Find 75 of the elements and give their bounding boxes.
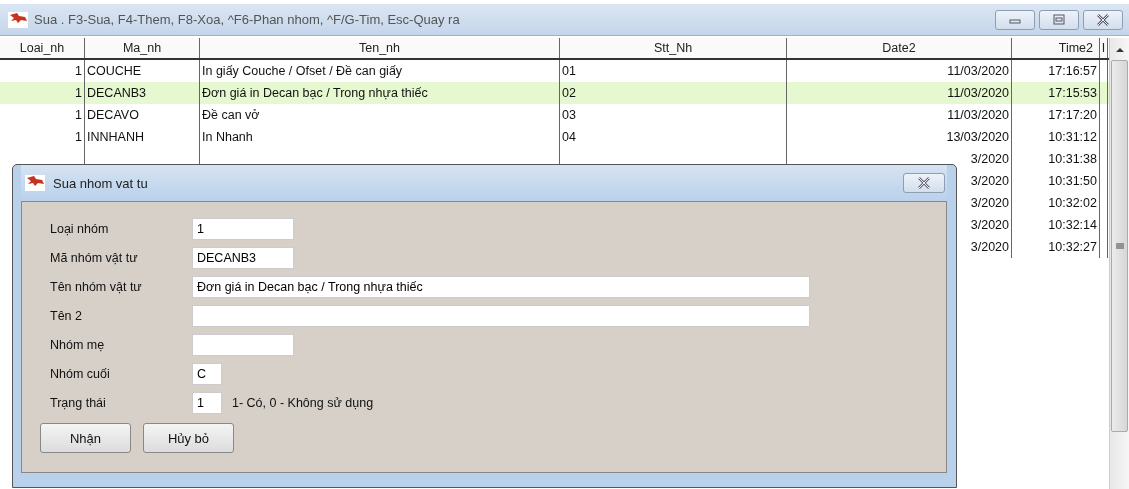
table-cell: 10:31:12 (1048, 130, 1097, 144)
table-cell: 02 (562, 86, 576, 100)
table-row[interactable]: 1 DECAVO Đề can vở 03 11/03/2020 17:17:20 (0, 104, 1109, 126)
maximize-icon (1052, 13, 1066, 26)
table-cell: 17:15:53 (1048, 86, 1097, 100)
table-cell: 17:16:57 (1048, 64, 1097, 78)
close-button[interactable] (1083, 9, 1123, 30)
table-cell: 10:31:50 (1048, 174, 1097, 188)
dialog-title: Sua nhom vat tu (53, 175, 149, 191)
scroll-thumb[interactable] (1111, 60, 1128, 432)
input-field[interactable]: DECANB3 (192, 246, 294, 269)
table-cell: 3/2020 (970, 240, 1009, 254)
table-cell: 11/03/2020 (947, 64, 1009, 78)
column-header[interactable]: Date2 (787, 38, 1012, 58)
table-cell: 10:32:27 (1048, 240, 1097, 254)
table-cell: 03 (562, 108, 576, 122)
field-label: Trạng thái (50, 395, 107, 410)
table-cell: 1 (75, 64, 82, 78)
column-header[interactable]: Loai_nh (0, 38, 85, 58)
table-cell: 11/03/2020 (947, 86, 1009, 100)
table-cell: 1 (75, 86, 82, 100)
window-title: Sua . F3-Sua, F4-Them, F8-Xoa, ^F6-Phan nhom, ^F/G-Tim, Esc-Quay ra (34, 12, 461, 27)
column-header[interactable]: Ma_nh (85, 38, 200, 58)
table-cell: DECAVO (87, 108, 139, 122)
table-cell: 3/2020 (970, 196, 1009, 210)
scroll-up-icon[interactable] (1114, 46, 1125, 54)
app-logo-icon (8, 11, 28, 28)
table-cell: COUCHE (87, 64, 142, 78)
table-row[interactable]: 1 INNHANH In Nhanh 04 13/03/2020 10:31:12 (0, 126, 1109, 148)
table-cell: 10:32:14 (1048, 218, 1097, 232)
field-label: Mã nhóm vật tư (50, 250, 139, 265)
field-label: Loại nhóm (50, 221, 110, 236)
table-cell: Đề can vở (202, 108, 260, 122)
input-field[interactable] (192, 304, 810, 327)
table-cell: Đơn giá in Decan bạc / Trong nhựa thiếc (202, 86, 428, 100)
scrollbar[interactable] (1109, 38, 1129, 489)
ok-button[interactable]: Nhận (40, 423, 131, 453)
table-cell: 17:17:20 (1048, 108, 1097, 122)
table-cell: 1 (75, 108, 82, 122)
grip-icon (1115, 242, 1124, 250)
input-field[interactable]: Đơn giá in Decan bạc / Trong nhựa thiếc (192, 275, 810, 298)
table-cell: 04 (562, 130, 576, 144)
column-header[interactable]: Ten_nh (200, 38, 560, 58)
table-cell: 1 (75, 130, 82, 144)
cancel-button[interactable]: Hủy bỏ (143, 423, 234, 453)
table-cell: 3/2020 (970, 218, 1009, 232)
field-label: Nhóm cuối (50, 366, 111, 381)
table-cell: 10:32:02 (1048, 196, 1097, 210)
table-cell: 3/2020 (970, 152, 1009, 166)
table-cell: In Nhanh (202, 130, 253, 144)
input-field[interactable] (192, 333, 294, 356)
table-row[interactable]: 1 DECANB3 Đơn giá in Decan bạc / Trong nhựa thiếc 02 11/03/2020 17:15:53 (0, 82, 1109, 104)
table-cell: 11/03/2020 (947, 108, 1009, 122)
input-field[interactable]: C (192, 362, 222, 385)
column-header[interactable]: Stt_Nh (560, 38, 787, 58)
table-cell: INNHANH (87, 130, 144, 144)
app-logo-icon (25, 175, 45, 191)
column-header[interactable]: I (1100, 38, 1108, 58)
close-icon (917, 177, 931, 189)
table-cell: 3/2020 (970, 174, 1009, 188)
close-button[interactable] (903, 173, 945, 193)
minimize-button[interactable] (995, 9, 1035, 30)
table-cell: In giấy Couche / Ofset / Đề can giấy (202, 64, 403, 78)
input-field[interactable]: 1 (192, 391, 222, 414)
field-label: Tên 2 (50, 308, 83, 323)
table-cell: 01 (562, 64, 576, 78)
close-icon (1096, 13, 1110, 26)
input-field[interactable]: 1 (192, 217, 294, 240)
column-header[interactable]: Time2 (1012, 38, 1100, 58)
field-label: Nhóm mẹ (50, 337, 106, 352)
table-cell: 13/03/2020 (946, 130, 1009, 144)
hint-text: 1- Có, 0 - Không sử dụng (232, 395, 374, 410)
field-label: Tên nhóm vật tư (50, 279, 143, 294)
table-cell: 10:31:38 (1048, 152, 1097, 166)
table-cell: DECANB3 (87, 86, 147, 100)
